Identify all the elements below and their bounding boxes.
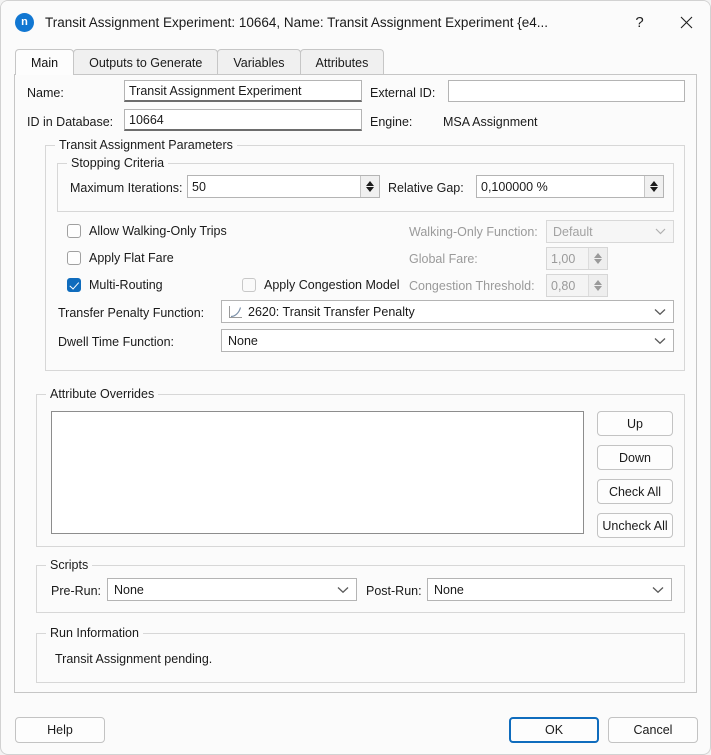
stopping-criteria-title: Stopping Criteria xyxy=(67,156,169,170)
arrow-down-icon[interactable] xyxy=(650,187,658,193)
global-fare-spinner[interactable] xyxy=(546,247,608,270)
walking-only-function-label: Walking-Only Function: xyxy=(409,225,538,239)
checkbox-box[interactable] xyxy=(67,278,81,292)
chevron-down-icon[interactable] xyxy=(330,586,356,594)
curve-icon xyxy=(228,305,243,319)
external-id-label: External ID: xyxy=(370,86,436,100)
tab-attributes[interactable]: Attributes xyxy=(299,49,385,75)
arrow-up-icon[interactable] xyxy=(594,252,602,258)
post-run-label: Post-Run: xyxy=(366,584,422,598)
transfer-penalty-function-value: 2620: Transit Transfer Penalty xyxy=(248,304,415,319)
maximum-iterations-arrows[interactable] xyxy=(360,176,379,197)
uncheck-all-button[interactable]: Uncheck All xyxy=(597,513,673,538)
scripts-group: Scripts Pre-Run: None Post-Run: None xyxy=(36,558,685,613)
attribute-overrides-list[interactable] xyxy=(51,411,584,534)
checkbox-box[interactable] xyxy=(242,278,256,292)
post-run-combo[interactable]: None xyxy=(427,578,672,601)
transfer-penalty-function-combo[interactable]: 2620: Transit Transfer Penalty xyxy=(221,300,674,323)
congestion-threshold-input[interactable] xyxy=(547,275,588,296)
ok-button[interactable]: OK xyxy=(509,717,599,743)
tab-variables[interactable]: Variables xyxy=(217,49,301,75)
up-button[interactable]: Up xyxy=(597,411,673,436)
id-in-database-label: ID in Database: xyxy=(27,115,114,129)
tab-strip: Main Outputs to Generate Variables Attri… xyxy=(15,48,710,75)
engine-label: Engine: xyxy=(370,115,413,129)
run-information-group: Run Information Transit Assignment pendi… xyxy=(36,626,685,683)
close-icon[interactable] xyxy=(662,1,710,43)
chevron-down-icon[interactable] xyxy=(647,228,673,235)
allow-walking-only-trips-label: Allow Walking-Only Trips xyxy=(89,224,227,238)
walking-only-function-combo[interactable]: Default xyxy=(546,220,674,243)
attribute-overrides-title: Attribute Overrides xyxy=(46,387,159,401)
help-titlebar-button[interactable]: ? xyxy=(617,1,662,43)
maximum-iterations-input[interactable] xyxy=(188,176,360,197)
multi-routing-checkbox[interactable]: Multi-Routing xyxy=(67,278,163,292)
global-fare-input[interactable] xyxy=(547,248,588,269)
arrow-up-icon[interactable] xyxy=(366,180,374,186)
tab-outputs-to-generate[interactable]: Outputs to Generate xyxy=(73,49,219,75)
relative-gap-arrows[interactable] xyxy=(644,176,663,197)
arrow-down-icon[interactable] xyxy=(366,187,374,193)
arrow-up-icon[interactable] xyxy=(650,180,658,186)
stopping-criteria-group: Stopping Criteria Maximum Iterations: Re… xyxy=(57,156,674,212)
help-button[interactable]: Help xyxy=(15,717,105,743)
name-input[interactable] xyxy=(124,80,362,102)
walking-only-function-value: Default xyxy=(553,224,593,239)
multi-routing-label: Multi-Routing xyxy=(89,278,163,292)
global-fare-label: Global Fare: xyxy=(409,252,478,266)
down-button[interactable]: Down xyxy=(597,445,673,470)
relative-gap-spinner[interactable] xyxy=(476,175,664,198)
relative-gap-input[interactable] xyxy=(477,176,644,197)
dwell-time-function-combo[interactable]: None xyxy=(221,329,674,352)
run-information-title: Run Information xyxy=(46,626,143,640)
id-in-database-input[interactable] xyxy=(124,109,362,131)
window-controls: ? xyxy=(617,1,710,43)
transit-assignment-parameters-group: Transit Assignment Parameters Stopping C… xyxy=(45,138,685,371)
transfer-penalty-function-label: Transfer Penalty Function: xyxy=(58,306,205,320)
pre-run-value: None xyxy=(114,582,144,597)
congestion-threshold-arrows[interactable] xyxy=(588,275,607,296)
arrow-down-icon[interactable] xyxy=(594,259,602,265)
congestion-threshold-label: Congestion Threshold: xyxy=(409,279,535,293)
title-bar: n Transit Assignment Experiment: 10664, … xyxy=(1,1,710,43)
post-run-value: None xyxy=(434,582,464,597)
allow-walking-only-trips-checkbox[interactable]: Allow Walking-Only Trips xyxy=(67,224,227,238)
check-all-button[interactable]: Check All xyxy=(597,479,673,504)
scripts-title: Scripts xyxy=(46,558,93,572)
checkbox-box[interactable] xyxy=(67,224,81,238)
cancel-button[interactable]: Cancel xyxy=(608,717,698,743)
chevron-down-icon[interactable] xyxy=(645,586,671,594)
transit-assignment-parameters-title: Transit Assignment Parameters xyxy=(55,138,237,152)
checkbox-box[interactable] xyxy=(67,251,81,265)
pre-run-combo[interactable]: None xyxy=(107,578,357,601)
arrow-up-icon[interactable] xyxy=(594,279,602,285)
tab-main[interactable]: Main xyxy=(15,49,75,75)
apply-congestion-model-label: Apply Congestion Model xyxy=(264,278,400,292)
attribute-overrides-group: Attribute Overrides Up Down Check All Un… xyxy=(36,387,685,547)
congestion-threshold-spinner[interactable] xyxy=(546,274,608,297)
tab-panel-main: Name: External ID: ID in Database: Engin… xyxy=(14,74,697,693)
dwell-time-function-value: None xyxy=(228,333,258,348)
pre-run-label: Pre-Run: xyxy=(51,584,102,598)
arrow-down-icon[interactable] xyxy=(594,286,602,292)
maximum-iterations-label: Maximum Iterations: xyxy=(70,181,183,195)
relative-gap-label: Relative Gap: xyxy=(388,181,464,195)
chevron-down-icon[interactable] xyxy=(647,308,673,316)
engine-value: MSA Assignment xyxy=(443,115,538,129)
apply-flat-fare-label: Apply Flat Fare xyxy=(89,251,174,265)
chevron-down-icon[interactable] xyxy=(647,337,673,345)
maximum-iterations-spinner[interactable] xyxy=(187,175,380,198)
apply-flat-fare-checkbox[interactable]: Apply Flat Fare xyxy=(67,251,174,265)
window-title: Transit Assignment Experiment: 10664, Na… xyxy=(45,14,548,30)
dwell-time-function-label: Dwell Time Function: xyxy=(58,335,175,349)
name-label: Name: xyxy=(27,86,64,100)
dialog-window: n Transit Assignment Experiment: 10664, … xyxy=(0,0,711,755)
global-fare-arrows[interactable] xyxy=(588,248,607,269)
app-icon: n xyxy=(15,12,34,32)
run-information-message: Transit Assignment pending. xyxy=(55,652,213,666)
apply-congestion-model-checkbox[interactable]: Apply Congestion Model xyxy=(242,278,400,292)
external-id-input[interactable] xyxy=(448,80,685,102)
